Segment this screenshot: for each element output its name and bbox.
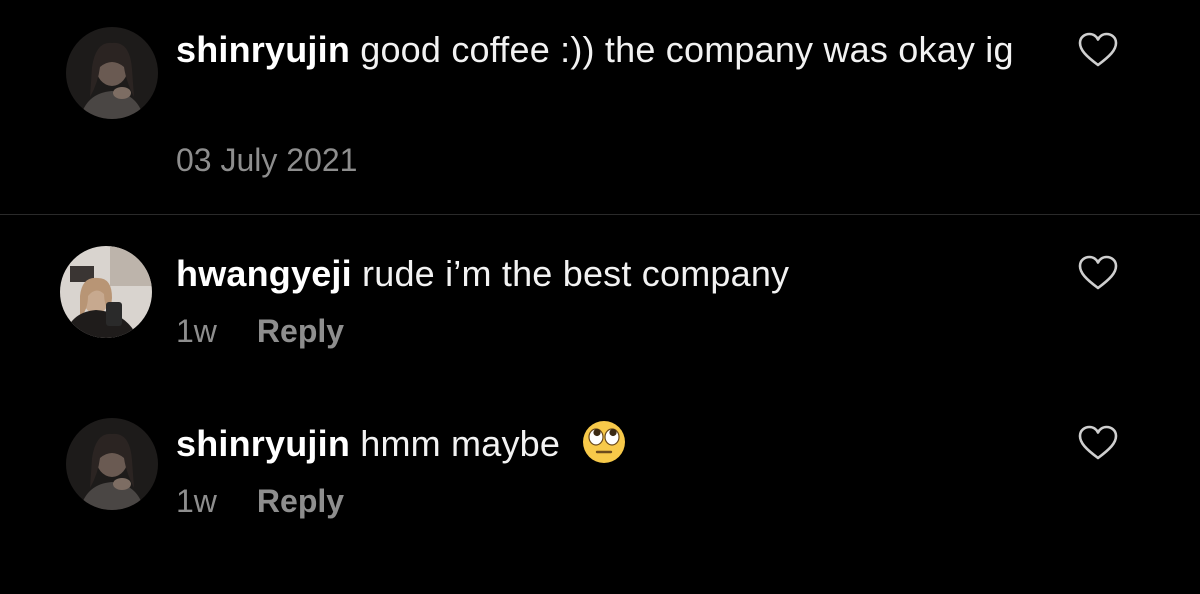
comment-time: 1w (176, 313, 217, 349)
comment-username[interactable]: hwangyeji (176, 253, 352, 294)
avatar-shinryujin[interactable] (66, 27, 158, 119)
comment-username[interactable]: shinryujin (176, 423, 350, 464)
comment-meta: 1w Reply (176, 313, 344, 350)
reply-button[interactable]: Reply (257, 483, 344, 520)
comment-item: hwangyeji rude i’m the best company 1w R… (0, 215, 1200, 385)
avatar-hwangyeji[interactable] (60, 246, 152, 338)
post-meta: 03 July 2021 (176, 142, 357, 179)
comment-text: shinryujin hmm maybe (176, 420, 1056, 468)
comment-body: rude i’m the best company (362, 253, 790, 294)
comment-time: 1w (176, 483, 217, 519)
like-heart-icon[interactable] (1078, 32, 1118, 68)
like-heart-icon[interactable] (1078, 425, 1118, 461)
post-caption: shinryujin good coffee :)) the company w… (0, 0, 1200, 214)
rolling-eyes-emoji-icon (582, 420, 626, 464)
avatar-photo (66, 418, 158, 510)
avatar-photo (60, 246, 152, 338)
like-heart-icon[interactable] (1078, 255, 1118, 291)
post-text: good coffee :)) the company was okay ig (360, 29, 1014, 70)
post-username[interactable]: shinryujin (176, 29, 350, 70)
comment-meta: 1w Reply (176, 483, 344, 520)
post-caption-text: shinryujin good coffee :)) the company w… (176, 26, 1036, 74)
reply-button[interactable]: Reply (257, 313, 344, 350)
comment-item: shinryujin hmm maybe 1w Reply (0, 385, 1200, 555)
avatar-shinryujin[interactable] (66, 418, 158, 510)
avatar-photo (66, 27, 158, 119)
comment-body: hmm maybe (360, 423, 561, 464)
post-date: 03 July 2021 (176, 142, 358, 178)
comment-text: hwangyeji rude i’m the best company (176, 250, 1056, 298)
